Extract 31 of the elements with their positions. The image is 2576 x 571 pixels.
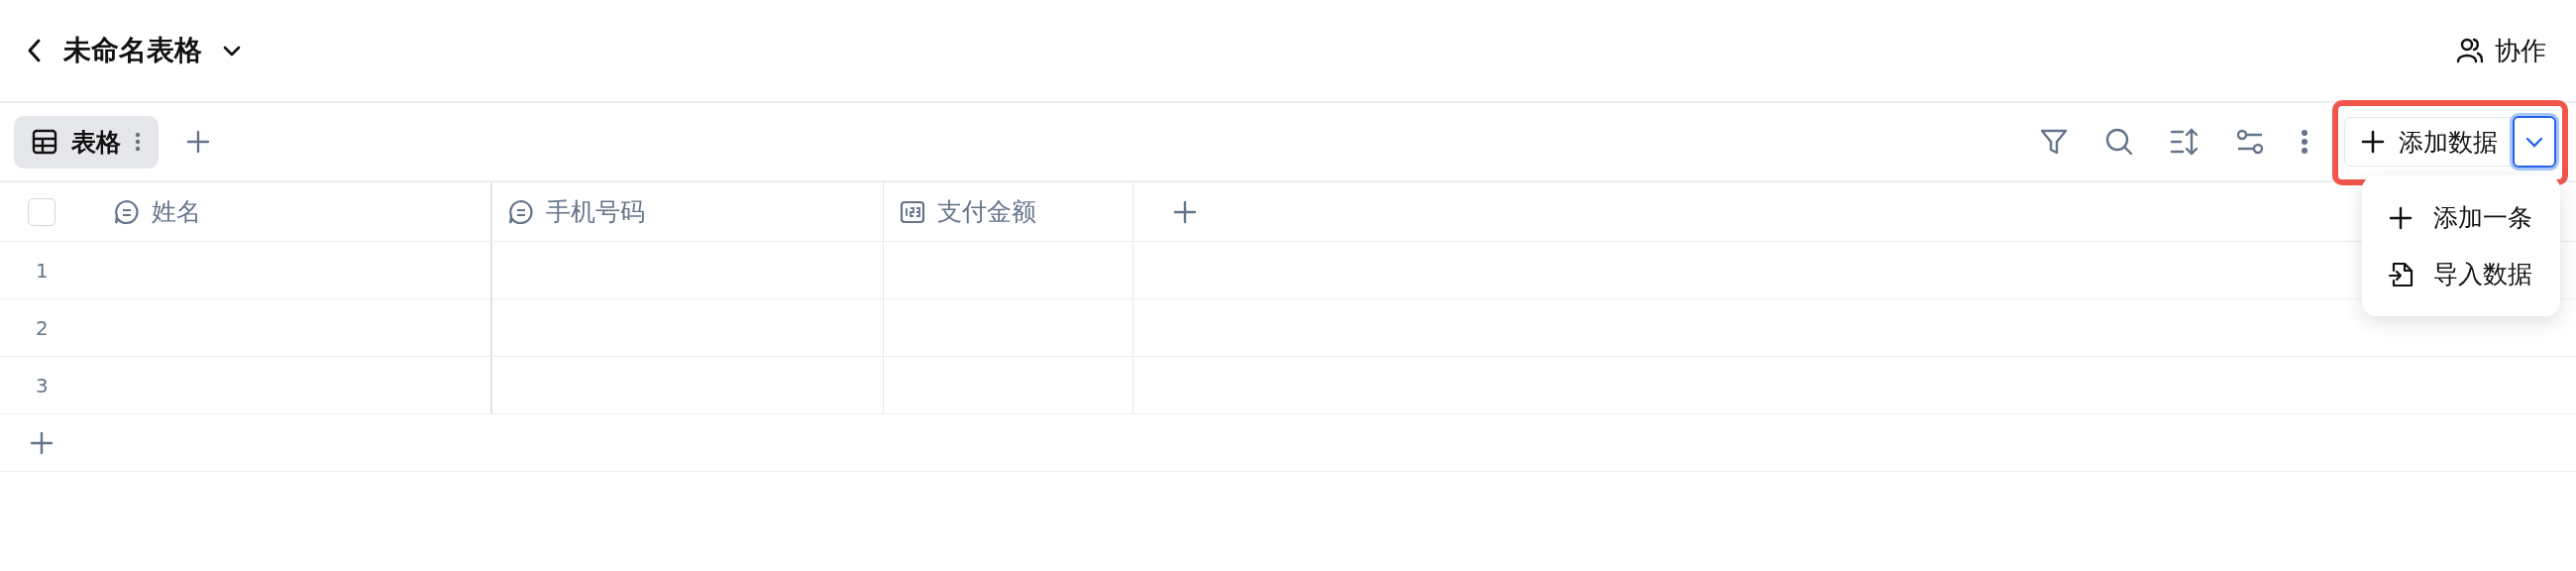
row-number: 1 — [36, 258, 49, 283]
column-header[interactable]: 姓名 — [96, 182, 492, 241]
plus-icon — [2388, 204, 2414, 231]
row-number: 3 — [36, 373, 49, 398]
add-view-icon[interactable] — [186, 130, 210, 154]
more-icon[interactable] — [2301, 127, 2308, 157]
people-icon — [2455, 36, 2485, 65]
number-field-icon — [900, 198, 925, 225]
filter-icon[interactable] — [2039, 127, 2069, 157]
row-number: 2 — [36, 315, 49, 340]
column-header[interactable]: 支付金额 — [884, 182, 1133, 241]
adjust-icon[interactable] — [2235, 127, 2265, 157]
plus-icon — [2361, 130, 2385, 154]
menu-item[interactable]: 添加一条 — [2362, 189, 2560, 246]
file-import-icon — [2388, 260, 2414, 288]
text-field-icon — [114, 198, 140, 225]
search-icon[interactable] — [2104, 127, 2134, 157]
add-data-button[interactable]: 添加数据 — [2344, 117, 2513, 167]
table-icon — [32, 129, 57, 155]
sort-icon[interactable] — [2170, 127, 2200, 157]
menu-item[interactable]: 导入数据 — [2362, 246, 2560, 302]
text-field-icon — [508, 198, 534, 225]
view-tab[interactable]: 表格 — [14, 115, 159, 169]
add-row-icon[interactable] — [30, 430, 54, 455]
select-all-checkbox[interactable] — [28, 197, 55, 226]
table-title: 未命名表格 — [63, 33, 202, 68]
dropdown-button[interactable] — [2513, 116, 2556, 168]
add-column-icon[interactable] — [1173, 199, 1197, 224]
more-icon[interactable] — [135, 131, 141, 153]
collaborate-button[interactable]: 协作 — [2449, 33, 2552, 68]
column-header[interactable]: 手机号码 — [492, 182, 884, 241]
